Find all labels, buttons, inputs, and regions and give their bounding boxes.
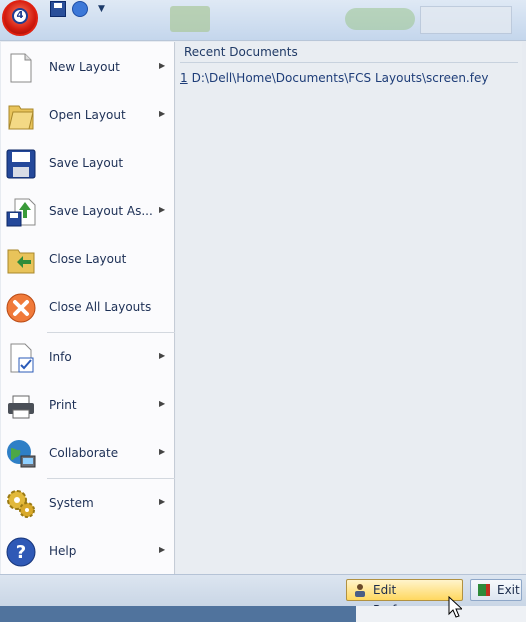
printer-icon: [8, 395, 34, 419]
edit-preferences-button[interactable]: Edit Preferences: [346, 579, 463, 617]
recent-documents-title: Recent Documents: [180, 42, 518, 63]
menu-item-help[interactable]: ? Help ▶: [1, 528, 174, 576]
new-document-icon: [10, 53, 32, 83]
submenu-arrow-icon: ▶: [159, 545, 166, 554]
svg-text:?: ?: [16, 542, 26, 563]
close-folder-icon: [7, 249, 35, 274]
application-orb-button[interactable]: 4: [2, 0, 38, 36]
menu-item-save-layout[interactable]: Save Layout: [1, 140, 174, 188]
globe-icon: [7, 440, 36, 468]
save-as-icon: [6, 198, 36, 227]
menu-item-label: Info: [49, 350, 72, 364]
exit-button[interactable]: Exit: [470, 579, 522, 601]
title-bar: 4 ▼: [0, 0, 526, 40]
menu-item-system[interactable]: System ▶: [1, 480, 174, 528]
menu-item-label: Open Layout: [49, 108, 126, 122]
exit-label: Exit: [497, 583, 520, 597]
menu-item-new-layout[interactable]: New Layout ▶: [1, 44, 174, 92]
menu-item-save-layout-as[interactable]: Save Layout As... ▶: [1, 188, 174, 236]
menu-item-print[interactable]: Print ▶: [1, 382, 174, 430]
submenu-arrow-icon: ▶: [159, 447, 166, 456]
menu-divider: [47, 478, 175, 479]
recent-document-index: 1: [180, 71, 188, 85]
submenu-arrow-icon: ▶: [159, 109, 166, 118]
submenu-arrow-icon: ▶: [159, 61, 166, 70]
close-all-icon: [6, 293, 36, 323]
menu-item-label: New Layout: [49, 60, 120, 74]
menu-commands-panel: New Layout ▶ Open Layout ▶ Save Layout S…: [1, 42, 175, 574]
open-folder-icon: [8, 105, 34, 130]
exit-icon: [478, 584, 490, 596]
menu-item-label: Close All Layouts: [49, 300, 152, 314]
orb-badge: 4: [12, 8, 28, 24]
menu-item-label: Help: [49, 544, 77, 558]
background-blur: [420, 6, 512, 34]
menu-item-label: Print: [49, 398, 77, 412]
submenu-arrow-icon: ▶: [159, 497, 166, 506]
application-menu: New Layout ▶ Open Layout ▶ Save Layout S…: [0, 40, 526, 617]
menu-item-label: Save Layout As...: [49, 204, 153, 218]
background-blur: [345, 8, 415, 30]
quick-access-toolbar: ▼: [40, 0, 120, 20]
refresh-icon[interactable]: [72, 1, 88, 17]
info-icon: [10, 343, 34, 373]
menu-item-label: System: [49, 496, 94, 510]
submenu-arrow-icon: ▶: [159, 351, 166, 360]
menu-item-label: Collaborate: [49, 446, 119, 460]
recent-documents-panel: Recent Documents 1 D:\Dell\Home\Documents…: [176, 42, 522, 574]
floppy-disk-icon: [6, 149, 36, 179]
menu-item-open-layout[interactable]: Open Layout ▶: [1, 92, 174, 140]
menu-item-close-layout[interactable]: Close Layout: [1, 236, 174, 284]
window-background: [356, 606, 526, 622]
submenu-arrow-icon: ▶: [159, 399, 166, 408]
menu-item-close-all-layouts[interactable]: Close All Layouts: [1, 284, 174, 332]
background-blur: [170, 6, 210, 32]
menu-divider: [47, 332, 175, 333]
save-icon[interactable]: [50, 1, 66, 17]
menu-item-info[interactable]: Info ▶: [1, 334, 174, 382]
dropdown-arrow-icon[interactable]: ▼: [98, 1, 114, 17]
help-icon: ?: [6, 537, 36, 567]
mouse-cursor-icon: [448, 596, 462, 618]
recent-document-path: D:\Dell\Home\Documents\FCS Layouts\scree…: [191, 71, 489, 85]
menu-item-label: Close Layout: [49, 252, 127, 266]
submenu-arrow-icon: ▶: [159, 205, 166, 214]
recent-document-item[interactable]: 1 D:\Dell\Home\Documents\FCS Layouts\scre…: [176, 69, 522, 87]
user-preferences-icon: [355, 584, 365, 597]
menu-item-label: Save Layout: [49, 156, 124, 170]
menu-item-collaborate[interactable]: Collaborate ▶: [1, 430, 174, 478]
gears-icon: [7, 490, 35, 518]
